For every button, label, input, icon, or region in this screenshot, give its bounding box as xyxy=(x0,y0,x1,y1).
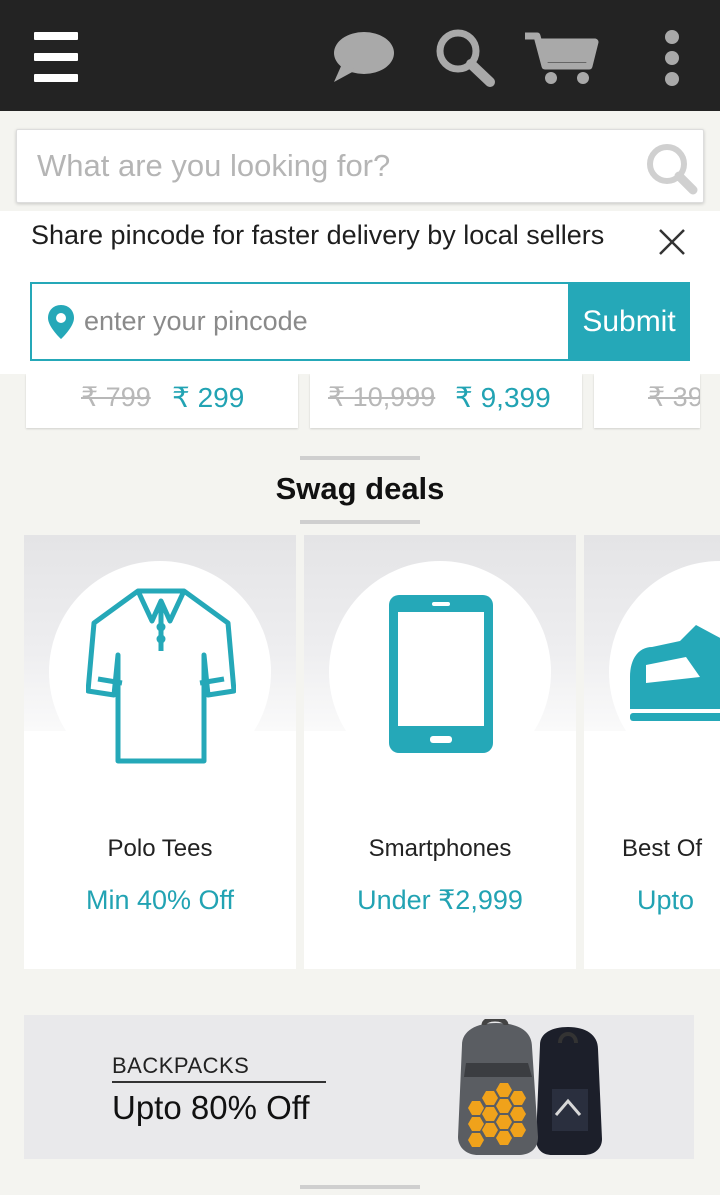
banner-kicker: BACKPACKS xyxy=(112,1053,250,1078)
section-divider-top xyxy=(300,456,420,460)
pincode-submit-button[interactable]: Submit xyxy=(568,282,690,361)
top-app-bar xyxy=(0,0,720,111)
deal-offer: Upto xyxy=(637,885,695,915)
original-price: ₹ 39 xyxy=(648,382,700,412)
smartphone-icon xyxy=(389,595,493,753)
section-divider-bottom xyxy=(300,520,420,524)
search-icon[interactable] xyxy=(434,27,496,87)
banner-headline: Upto 80% Off xyxy=(112,1089,310,1126)
section-title: Swag deals xyxy=(275,471,445,506)
sale-price: ₹ 299 xyxy=(172,382,245,413)
backpack-icon xyxy=(458,1019,602,1155)
pincode-panel: Share pincode for faster delivery by loc… xyxy=(0,211,720,374)
sale-price: ₹ 9,399 xyxy=(455,382,551,413)
hamburger-menu-icon[interactable] xyxy=(34,32,78,82)
backpacks-banner[interactable]: BACKPACKS Upto 80% Off xyxy=(24,1015,694,1159)
pincode-input[interactable] xyxy=(84,284,564,359)
price-card[interactable]: ₹ 10,999 ₹ 9,399 xyxy=(310,374,582,428)
original-price: ₹ 10,999 xyxy=(328,382,436,412)
polo-shirt-icon xyxy=(86,588,236,764)
deal-card-best-of[interactable]: Best Of Upto xyxy=(584,535,720,969)
price-card[interactable]: ₹ 39 xyxy=(594,374,700,428)
price-cards-row: ₹ 799 ₹ 299 ₹ 10,999 ₹ 9,399 ₹ 39 xyxy=(0,374,720,434)
deal-card-polo-tees[interactable]: Polo Tees Min 40% Off xyxy=(24,535,296,969)
section-divider xyxy=(300,1185,420,1189)
deal-offer: Under ₹2,999 xyxy=(357,885,523,915)
close-icon[interactable] xyxy=(656,226,688,258)
location-pin-icon xyxy=(48,305,74,339)
shoe-icon xyxy=(630,625,720,721)
pincode-message: Share pincode for faster delivery by loc… xyxy=(31,220,605,250)
more-options-icon[interactable] xyxy=(662,30,682,86)
deal-name: Best Of xyxy=(622,835,703,862)
search-box-icon[interactable] xyxy=(643,140,699,196)
chat-icon[interactable] xyxy=(328,28,396,86)
original-price: ₹ 799 xyxy=(81,382,151,412)
cart-icon[interactable] xyxy=(523,30,599,86)
deals-carousel: Polo Tees Min 40% Off Smartphones Under … xyxy=(0,535,720,969)
deal-name: Polo Tees xyxy=(107,835,213,862)
banner-rule xyxy=(112,1081,326,1083)
pincode-form: Submit xyxy=(30,282,690,361)
deal-card-smartphones[interactable]: Smartphones Under ₹2,999 xyxy=(304,535,576,969)
deal-offer: Min 40% Off xyxy=(85,885,235,915)
price-card[interactable]: ₹ 799 ₹ 299 xyxy=(26,374,298,428)
search-bar xyxy=(16,129,704,203)
search-input[interactable] xyxy=(17,130,627,202)
deal-name: Smartphones xyxy=(368,835,512,862)
